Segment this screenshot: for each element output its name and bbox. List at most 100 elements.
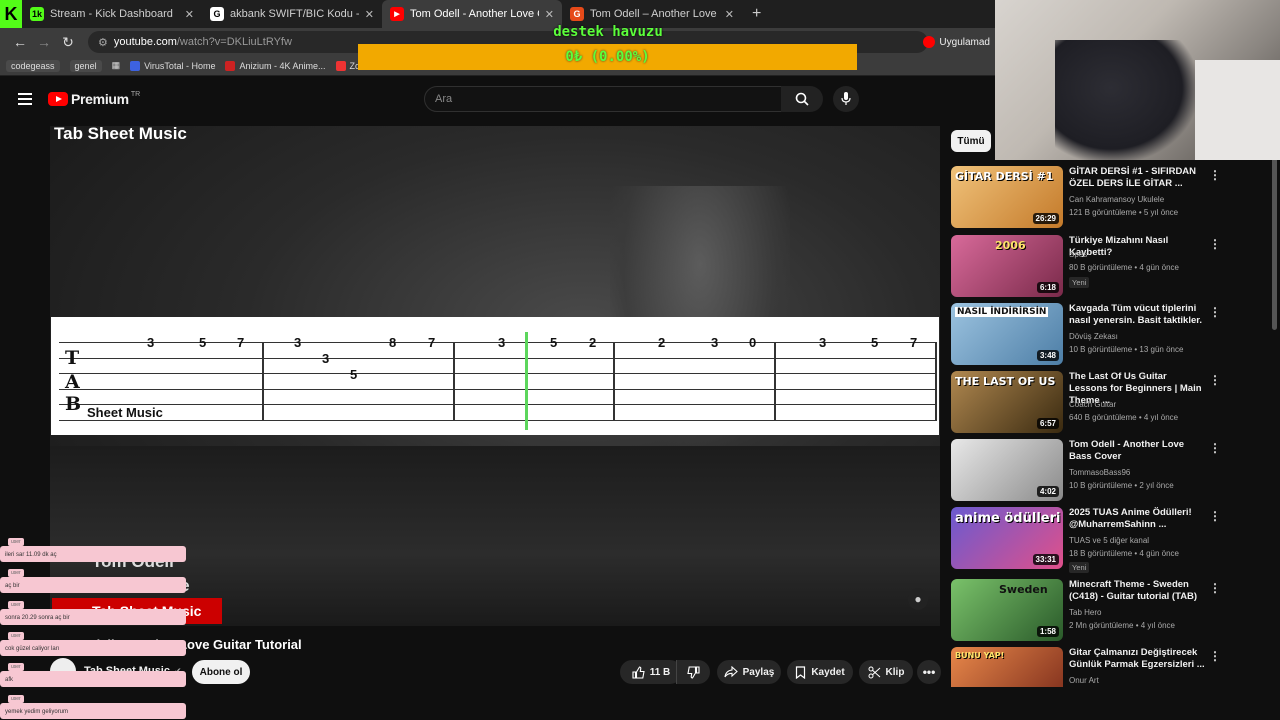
channel-name[interactable]: Onur Art bbox=[1069, 675, 1099, 686]
site-info-icon[interactable]: ⚙ bbox=[98, 36, 108, 49]
chat-message: user ileri sar 11.09 dk aç bbox=[0, 538, 186, 562]
list-item[interactable]: NASIL İNDİRİRSİN 3:48 Kavgada Tüm vücut … bbox=[951, 303, 1271, 365]
like-button[interactable]: 11 B bbox=[620, 660, 682, 684]
install-app-chip[interactable]: Uygulamad bbox=[923, 36, 990, 48]
new-tab-icon[interactable]: + bbox=[752, 5, 761, 23]
list-item[interactable]: GİTAR DERSİ #1 26:29 GİTAR DERSİ #1 - SI… bbox=[951, 166, 1271, 228]
clip-button[interactable]: Klip bbox=[859, 660, 913, 684]
more-vertical-icon[interactable]: ⋮ bbox=[1209, 509, 1221, 523]
more-vertical-icon[interactable]: ⋮ bbox=[1209, 441, 1221, 455]
channel-name[interactable]: Can Kahramansoy Ukulele bbox=[1069, 194, 1164, 205]
channel-name[interactable]: TommasoBass96 bbox=[1069, 467, 1130, 478]
channel-name[interactable]: TUAS ve 5 diğer kanal bbox=[1069, 535, 1149, 546]
video-title[interactable]: Türkiye Mizahını Nasıl Kaybetti? bbox=[1069, 235, 1205, 259]
voice-search-button[interactable] bbox=[833, 86, 859, 112]
more-vertical-icon[interactable]: ⋮ bbox=[1209, 305, 1221, 319]
search-input[interactable]: Ara bbox=[424, 86, 782, 112]
video-title[interactable]: Tom Odell - Another Love Bass Cover bbox=[1069, 439, 1205, 463]
video-title[interactable]: Kavgada Tüm vücut tiplerini nasıl yeners… bbox=[1069, 303, 1205, 327]
bookmark-anizium[interactable]: Anizium - 4K Anime... bbox=[225, 60, 326, 71]
guitar-tab-sheet: T A B Sheet Music 3 5 7 3 8 7 3 5 2 2 3 … bbox=[51, 317, 939, 435]
video-title[interactable]: GİTAR DERSİ #1 - SIFIRDAN ÖZEL DERS İLE … bbox=[1069, 166, 1205, 190]
more-vertical-icon[interactable]: ⋮ bbox=[1209, 581, 1221, 595]
list-item[interactable]: Sweden 1:58 Minecraft Theme - Sweden (C4… bbox=[951, 579, 1271, 641]
bookmark-genel[interactable]: genel bbox=[69, 59, 102, 72]
more-actions-button[interactable]: ••• bbox=[917, 660, 941, 684]
duration-badge: 26:29 bbox=[1032, 213, 1059, 224]
tab-fret: 7 bbox=[910, 335, 918, 350]
dislike-button[interactable] bbox=[676, 660, 710, 684]
close-icon[interactable]: ✕ bbox=[725, 8, 734, 21]
more-vertical-icon[interactable]: ⋮ bbox=[1209, 168, 1221, 182]
tab-google-search[interactable]: G akbank SWIFT/BIC Kodu - Goog ✕ bbox=[202, 0, 382, 28]
back-arrow-icon[interactable]: ← bbox=[8, 34, 32, 50]
chat-user-badge: user bbox=[8, 663, 24, 671]
video-thumbnail[interactable]: NASIL İNDİRİRSİN 3:48 bbox=[951, 303, 1063, 365]
more-vertical-icon[interactable]: ⋮ bbox=[1209, 649, 1221, 663]
channel-name[interactable]: Spes bbox=[1069, 249, 1087, 260]
list-item[interactable]: 4:02 Tom Odell - Another Love Bass Cover… bbox=[951, 439, 1271, 501]
chat-text: ileri sar 11.09 dk aç bbox=[5, 552, 57, 558]
player-person-icon[interactable]: ● bbox=[908, 588, 928, 610]
tab-kick-dashboard[interactable]: 1k Stream - Kick Dashboard ✕ bbox=[22, 0, 202, 28]
tab-sheet-label: Sheet Music bbox=[87, 405, 163, 420]
apps-grid-icon[interactable]: ▦ bbox=[112, 60, 121, 71]
duration-badge: 1:58 bbox=[1036, 626, 1059, 637]
tab-fret: 8 bbox=[389, 335, 397, 350]
search-icon bbox=[795, 92, 809, 106]
channel-name[interactable]: Tab Hero bbox=[1069, 607, 1101, 618]
channel-name[interactable]: Dövüş Zekası bbox=[1069, 331, 1118, 342]
video-thumbnail[interactable]: GİTAR DERSİ #1 26:29 bbox=[951, 166, 1063, 228]
tab-fret: 5 bbox=[350, 367, 358, 382]
video-thumbnail[interactable]: anime ödülleri 33:31 bbox=[951, 507, 1063, 569]
video-thumbnail[interactable]: BUNU YAP! bbox=[951, 647, 1063, 687]
list-item[interactable]: anime ödülleri 33:31 2025 TUAS Anime Ödü… bbox=[951, 507, 1271, 573]
video-stats: 80 B görüntüleme • 4 gün önce bbox=[1069, 263, 1179, 272]
channel-name[interactable]: Coach Guitar bbox=[1069, 399, 1116, 410]
more-vertical-icon[interactable]: ⋮ bbox=[1209, 237, 1221, 251]
thumbnail-text: anime ödülleri bbox=[955, 511, 1061, 526]
forward-arrow-icon[interactable]: → bbox=[32, 34, 56, 50]
filter-chip-all[interactable]: Tümü bbox=[951, 130, 991, 152]
video-stats: 10 B görüntüleme • 2 yıl önce bbox=[1069, 481, 1174, 490]
search-button[interactable] bbox=[781, 86, 823, 112]
video-title[interactable]: Gitar Çalmanızı Değiştirecek Günlük Parm… bbox=[1069, 647, 1205, 671]
close-icon[interactable]: ✕ bbox=[365, 8, 374, 21]
reload-icon[interactable]: ↻ bbox=[56, 34, 80, 51]
close-icon[interactable]: ✕ bbox=[545, 8, 554, 21]
bookmark-label: Anizium - 4K Anime... bbox=[239, 60, 326, 71]
tab-playhead bbox=[525, 332, 528, 430]
logo-text: Premium bbox=[71, 91, 129, 107]
video-thumbnail[interactable]: Sweden 1:58 bbox=[951, 579, 1063, 641]
tab-fret: 7 bbox=[237, 335, 245, 350]
bookmark-icon bbox=[796, 665, 806, 679]
video-thumbnail[interactable]: 4:02 bbox=[951, 439, 1063, 501]
bookmark-virustotal[interactable]: VirusTotal - Home bbox=[130, 60, 215, 71]
kick-logo-icon[interactable]: K bbox=[0, 0, 22, 28]
close-icon[interactable]: ✕ bbox=[185, 8, 194, 21]
thumbnail-text: 2006 bbox=[995, 239, 1026, 252]
duration-badge: 3:48 bbox=[1036, 350, 1059, 361]
menu-icon[interactable] bbox=[18, 93, 32, 108]
donation-pool-title: destek havuzu bbox=[553, 24, 663, 40]
chat-message: user afk bbox=[0, 663, 186, 687]
chat-text: yemek yedim geliyorum bbox=[5, 709, 69, 715]
youtube-app-icon bbox=[923, 36, 936, 48]
list-item[interactable]: THE LAST OF US 6:57 The Last Of Us Guita… bbox=[951, 371, 1271, 433]
tab-fret: 5 bbox=[199, 335, 207, 350]
list-item[interactable]: BUNU YAP! Gitar Çalmanızı Değiştirecek G… bbox=[951, 647, 1271, 687]
subscribe-button[interactable]: Abone ol bbox=[192, 660, 250, 684]
more-vertical-icon[interactable]: ⋮ bbox=[1209, 373, 1221, 387]
video-thumbnail[interactable]: THE LAST OF US 6:57 bbox=[951, 371, 1063, 433]
save-button[interactable]: Kaydet bbox=[787, 660, 853, 684]
chat-message: user cok güzel caliyor ları bbox=[0, 632, 186, 656]
bookmark-codegeass[interactable]: codegeass bbox=[6, 59, 60, 72]
like-count: 11 B bbox=[649, 666, 671, 678]
video-title[interactable]: Minecraft Theme - Sweden (C418) - Guitar… bbox=[1069, 579, 1205, 603]
list-item[interactable]: 2006 6:18 Türkiye Mizahını Nasıl Kaybett… bbox=[951, 235, 1271, 297]
video-title[interactable]: 2025 TUAS Anime Ödülleri! @MuharremSahin… bbox=[1069, 507, 1205, 531]
share-button[interactable]: Paylaş bbox=[717, 660, 781, 684]
chat-user-badge: user bbox=[8, 601, 24, 609]
youtube-logo[interactable]: Premium TR bbox=[48, 91, 140, 107]
video-thumbnail[interactable]: 2006 6:18 bbox=[951, 235, 1063, 297]
